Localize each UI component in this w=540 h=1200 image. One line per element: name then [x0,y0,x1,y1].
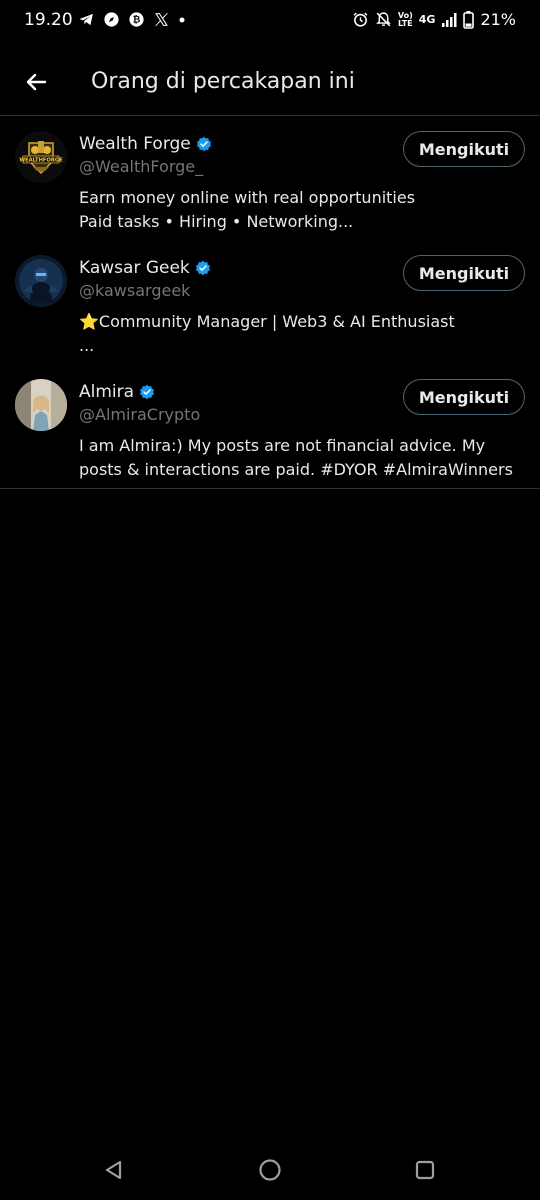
nav-recents-button[interactable] [411,1156,439,1184]
avatar[interactable]: WEALTHFORGE [15,131,67,183]
battery-percent: 21% [480,10,516,29]
user-row-wealth-forge[interactable]: WEALTHFORGE Wealth Forge @WealthForge_ E… [0,116,540,240]
page-title: Orang di percakapan ini [91,69,355,94]
status-system-icons: Vo) LTE 4G 21% [352,10,516,29]
avatar[interactable] [15,255,67,307]
verified-badge-icon [195,260,210,276]
user-row-kawsar-geek[interactable]: Kawsar Geek @kawsargeek ⭐Community Manag… [0,240,540,364]
compass-icon [103,11,120,28]
telegram-icon [78,11,95,28]
system-navigation-bar [0,1140,540,1200]
signal-icon [441,12,457,28]
following-button[interactable]: Mengikuti [403,255,525,291]
mute-icon [375,11,392,28]
back-button[interactable] [18,64,54,100]
home-circle-icon [259,1159,281,1181]
user-name[interactable]: Wealth Forge [79,134,191,154]
verified-badge-icon [196,136,211,152]
bitcoin-icon: ₿ [128,11,145,28]
user-bio: Earn money online with real opportunitie… [79,188,416,231]
arrow-left-icon [26,73,47,91]
user-bio: I am Almira:) My posts are not financial… [79,436,513,479]
verified-badge-icon [139,384,155,400]
following-button[interactable]: Mengikuti [403,131,525,167]
network-type: 4G [418,13,436,26]
user-list: WEALTHFORGE Wealth Forge @WealthForge_ E… [0,116,540,489]
app-header: Orang di percakapan ini [0,48,540,116]
svg-text:WEALTHFORGE: WEALTHFORGE [19,158,63,164]
user-name[interactable]: Kawsar Geek [79,258,190,278]
status-notification-icons: ₿ [78,11,186,28]
status-bar: 19.20 ₿ Vo) LTE 4G 21% [0,0,540,40]
battery-icon [463,10,475,29]
svg-text:₿: ₿ [133,15,141,26]
volte-indicator: Vo) LTE [397,10,413,28]
alarm-icon [352,11,369,28]
dot-icon [178,11,186,28]
following-button[interactable]: Mengikuti [403,379,525,415]
user-bio: ⭐Community Manager | Web3 & AI Enthusias… [79,312,455,355]
status-time: 19.20 [24,10,73,30]
user-name[interactable]: Almira [79,382,134,402]
back-triangle-icon [105,1160,122,1180]
avatar[interactable] [15,379,67,431]
nav-back-button[interactable] [100,1156,128,1184]
nav-home-button[interactable] [256,1156,284,1184]
x-logo-icon [153,11,170,28]
recents-square-icon [415,1160,435,1180]
user-row-almira[interactable]: Almira @AlmiraCrypto I am Almira:) My po… [0,364,540,489]
